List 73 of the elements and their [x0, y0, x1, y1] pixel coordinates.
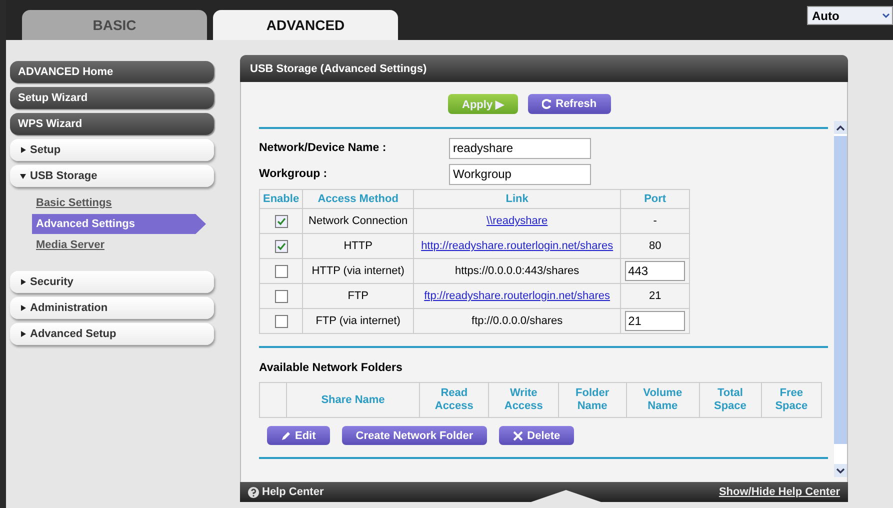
scroll-up-icon[interactable]: [836, 124, 845, 130]
checkbox[interactable]: [274, 290, 288, 302]
checkbox[interactable]: [274, 314, 288, 328]
create-folder-button[interactable]: Create Network Folder: [342, 426, 488, 445]
menu-button[interactable]: Setup Wizard: [10, 87, 214, 109]
delete-button[interactable]: Delete: [499, 426, 574, 445]
scrollbar[interactable]: [834, 121, 847, 477]
scroll-down-icon[interactable]: [836, 468, 845, 474]
column-header: Total Space: [714, 387, 746, 412]
table-cell: -: [653, 215, 657, 227]
expand-handle-icon[interactable]: [531, 490, 602, 502]
help-toggle-link[interactable]: Show/Hide Help Center: [718, 482, 840, 502]
column-header: Port: [620, 190, 690, 208]
table-cell: 80: [648, 240, 662, 252]
menu-section[interactable]: Administration: [10, 297, 214, 319]
table-cell: FTP (via internet): [316, 315, 400, 327]
menu-section-label: Setup: [30, 144, 61, 156]
port-field[interactable]: 21: [625, 311, 686, 331]
column-header: Enable: [260, 190, 303, 208]
edit-button[interactable]: Edit: [267, 426, 330, 445]
table-cell: HTTP (via internet): [312, 265, 404, 277]
refresh-button[interactable]: Refresh: [528, 94, 611, 114]
close-icon: [513, 430, 524, 440]
submenu-link[interactable]: Media Server: [32, 235, 196, 255]
column-header: Read Access: [434, 387, 474, 412]
panel-title: USB Storage (Advanced Settings): [240, 55, 848, 82]
caret-right-icon: [20, 305, 26, 311]
checkbox[interactable]: [274, 240, 288, 252]
refresh-icon: [542, 99, 552, 109]
column-header: Folder Name: [576, 387, 610, 412]
menu-section[interactable]: Security: [10, 271, 214, 293]
pencil-icon: [281, 430, 291, 440]
share-link[interactable]: \\readyshare: [486, 215, 548, 227]
nav-tab[interactable]: BASIC: [22, 10, 207, 40]
column-header: Free Space: [775, 387, 808, 412]
table-cell: Network Connection: [308, 215, 408, 227]
column-header: Share Name: [321, 394, 385, 406]
menu-section-label: USB Storage: [30, 170, 98, 182]
checkbox[interactable]: [274, 264, 288, 278]
caret-right-icon: [20, 147, 26, 153]
text-field[interactable]: readyshare: [449, 138, 591, 158]
menu-section-label: Advanced Setup: [30, 328, 116, 340]
column-header: Write Access: [504, 387, 543, 412]
language-select[interactable]: Auto: [807, 6, 893, 25]
field-label: Workgroup :: [259, 168, 328, 180]
submenu-link[interactable]: Advanced Settings: [32, 214, 206, 234]
caret-right-icon: [20, 279, 26, 285]
menu-button[interactable]: ADVANCED Home: [10, 61, 214, 83]
help-link[interactable]: Help Center: [248, 482, 324, 502]
column-header: Access Method: [302, 190, 414, 208]
field-label: Network/Device Name :: [259, 142, 388, 154]
table-cell: https://0.0.0.0:443/shares: [455, 265, 580, 277]
caret-down-icon: [20, 173, 26, 179]
column-header: Link: [414, 190, 621, 208]
caret-right-icon: [20, 331, 26, 337]
menu-section-label: Administration: [30, 302, 108, 314]
table-cell: ftp://0.0.0.0/shares: [472, 315, 563, 327]
column-header: Volume Name: [643, 387, 682, 412]
text-field[interactable]: Workgroup: [449, 164, 591, 184]
table-cell: 21: [648, 290, 662, 302]
submenu-link[interactable]: Basic Settings: [32, 193, 196, 213]
port-field[interactable]: 443: [625, 261, 686, 281]
table-cell: FTP: [348, 290, 368, 302]
table-cell: HTTP: [344, 240, 372, 252]
nav-tab[interactable]: ADVANCED: [213, 10, 398, 40]
menu-section-label: Security: [30, 276, 74, 288]
checkbox[interactable]: [274, 214, 288, 228]
menu-section[interactable]: Advanced Setup: [10, 323, 214, 345]
help-icon: [248, 486, 259, 498]
menu-button[interactable]: WPS Wizard: [10, 113, 214, 135]
menu-section[interactable]: Setup: [10, 139, 214, 161]
menu-section[interactable]: USB Storage: [10, 165, 214, 187]
section-title: Available Network Folders: [259, 361, 404, 376]
